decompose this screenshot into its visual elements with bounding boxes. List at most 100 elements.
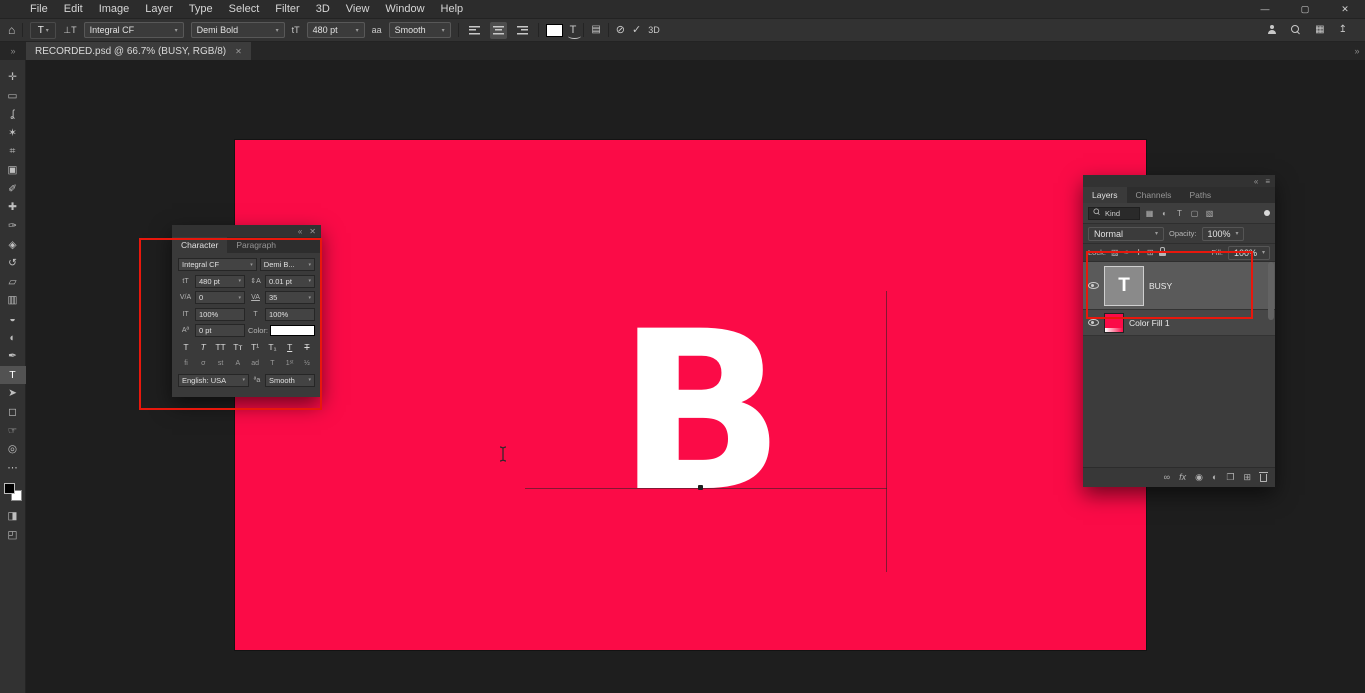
hand-tool[interactable]: ☞ xyxy=(0,421,26,440)
layer-name[interactable]: BUSY xyxy=(1149,281,1172,291)
lock-all-icon[interactable] xyxy=(1158,247,1166,256)
type-tool[interactable]: T xyxy=(0,365,26,385)
tab-character[interactable]: Character xyxy=(172,237,228,253)
baseline-anchor-point[interactable] xyxy=(698,485,703,490)
menu-type[interactable]: Type xyxy=(181,3,221,15)
lock-artboard-icon[interactable]: ⊞ xyxy=(1147,248,1154,257)
panel-dock-collapse-icon[interactable]: » xyxy=(1349,42,1365,60)
workspace-icon[interactable]: ▦ xyxy=(1315,25,1324,35)
blend-mode-select[interactable]: Normal ▾ xyxy=(1088,226,1164,241)
cp-vscale-input[interactable]: 100% xyxy=(195,307,245,321)
underline-button[interactable]: T xyxy=(283,342,297,352)
anti-alias-select[interactable]: Smooth ▾ xyxy=(388,22,451,38)
discretionary-ligatures-button[interactable]: st xyxy=(214,360,228,367)
healing-brush-tool[interactable]: ✚ xyxy=(0,198,26,217)
new-group-icon[interactable]: ❐ xyxy=(1226,473,1234,482)
share-icon[interactable]: ↥ xyxy=(1339,25,1347,35)
cp-color-swatch[interactable] xyxy=(270,325,315,336)
stylistic-alternates-button[interactable]: ad xyxy=(248,360,262,367)
tab-paths[interactable]: Paths xyxy=(1180,187,1220,203)
filter-pixel-layers-icon[interactable]: ▦ xyxy=(1144,209,1155,218)
layer-name[interactable]: Color Fill 1 xyxy=(1129,318,1170,328)
toggle-panels-icon[interactable]: ▤ xyxy=(591,25,600,35)
adjustment-layer-icon[interactable]: ◐ xyxy=(1212,473,1217,482)
cp-baseline-input[interactable]: 0 pt xyxy=(195,324,245,337)
path-selection-tool[interactable]: ➤ xyxy=(0,384,26,403)
align-left-button[interactable] xyxy=(466,22,483,39)
maximize-button[interactable]: ▢ xyxy=(1285,0,1325,18)
text-orientation-icon[interactable]: ⊥T xyxy=(63,25,76,35)
crop-tool[interactable]: ⌗ xyxy=(0,142,26,161)
menu-layer[interactable]: Layer xyxy=(137,3,181,15)
cp-font-style-select[interactable]: Demi B... ▾ xyxy=(259,258,315,271)
fill-select[interactable]: 100% ▾ xyxy=(1228,245,1270,260)
panel-menu-icon[interactable]: ≡ xyxy=(1265,177,1270,186)
marquee-tool[interactable]: ▭ xyxy=(0,87,26,106)
visibility-eye-icon[interactable] xyxy=(1088,282,1099,289)
cp-tracking-select[interactable]: 35 ▾ xyxy=(265,291,315,304)
toolbar-collapse-icon[interactable]: » xyxy=(0,42,26,60)
cp-font-family-select[interactable]: Integral CF ▾ xyxy=(178,258,257,271)
eraser-tool[interactable]: ▱ xyxy=(0,273,26,292)
opacity-select[interactable]: 100% ▾ xyxy=(1201,226,1244,241)
layer-row-busy[interactable]: T BUSY xyxy=(1083,262,1275,310)
text-color-swatch[interactable] xyxy=(545,23,563,37)
filter-shape-layers-icon[interactable]: ▢ xyxy=(1189,209,1200,218)
standard-ligatures-button[interactable]: fi xyxy=(179,360,193,367)
warp-text-icon[interactable]: T xyxy=(567,24,581,39)
faux-bold-button[interactable]: T xyxy=(179,342,193,352)
ordinals-button[interactable]: 1ˢᵗ xyxy=(283,360,297,367)
close-button[interactable]: ✕ xyxy=(1325,0,1365,18)
layer-style-icon[interactable]: fx xyxy=(1179,473,1186,482)
magic-wand-tool[interactable]: ✶ xyxy=(0,124,26,143)
filter-toggle-icon[interactable] xyxy=(1264,210,1270,216)
delete-layer-icon[interactable] xyxy=(1259,471,1268,482)
faux-italic-button[interactable]: T xyxy=(196,342,210,352)
filter-adjustment-layers-icon[interactable]: ◐ xyxy=(1159,209,1170,218)
dodge-tool[interactable]: ◐ xyxy=(0,328,26,347)
eyedropper-tool[interactable]: ✐ xyxy=(0,180,26,199)
cp-kerning-select[interactable]: 0 ▾ xyxy=(195,291,245,304)
link-layers-icon[interactable]: ∞ xyxy=(1164,473,1170,482)
history-brush-tool[interactable]: ↺ xyxy=(0,254,26,273)
foreground-color-swatch[interactable] xyxy=(3,483,15,495)
blur-tool[interactable]: ◒ xyxy=(0,310,26,329)
pen-tool[interactable]: ✒ xyxy=(0,347,26,366)
clone-stamp-tool[interactable]: ◈ xyxy=(0,235,26,254)
layers-scrollbar[interactable] xyxy=(1268,262,1274,320)
menu-file[interactable]: File xyxy=(22,3,56,15)
commit-edit-icon[interactable]: ✓ xyxy=(632,24,641,36)
lock-transparency-icon[interactable]: ▨ xyxy=(1111,248,1119,257)
menu-help[interactable]: Help xyxy=(433,3,472,15)
subscript-button[interactable]: T₁ xyxy=(265,342,279,352)
document-tab[interactable]: RECORDED.psd @ 66.7% (BUSY, RGB/8) ✕ xyxy=(26,42,251,60)
cp-hscale-input[interactable]: 100% xyxy=(265,307,315,321)
visibility-eye-icon[interactable] xyxy=(1088,319,1099,326)
menu-edit[interactable]: Edit xyxy=(56,3,91,15)
menu-filter[interactable]: Filter xyxy=(267,3,307,15)
cp-language-select[interactable]: English: USA ▾ xyxy=(178,373,249,387)
move-tool[interactable]: ✛ xyxy=(0,68,26,87)
panel-collapse-icon[interactable]: « xyxy=(1254,177,1258,186)
frame-tool[interactable]: ▣ xyxy=(0,161,26,180)
search-icon[interactable] xyxy=(1291,25,1301,35)
align-center-button[interactable] xyxy=(489,21,507,39)
cp-size-select[interactable]: 480 pt ▾ xyxy=(195,274,245,288)
swash-button[interactable]: A xyxy=(231,360,245,367)
font-style-select[interactable]: Demi Bold ▾ xyxy=(190,22,285,38)
add-mask-icon[interactable]: ◉ xyxy=(1195,473,1203,482)
tab-channels[interactable]: Channels xyxy=(1127,187,1181,203)
menu-select[interactable]: Select xyxy=(221,3,268,15)
color-swatches[interactable] xyxy=(3,483,22,502)
minimize-button[interactable]: — xyxy=(1245,0,1285,18)
more-tools-icon[interactable]: ⋯ xyxy=(0,458,26,477)
new-layer-icon[interactable]: ⊞ xyxy=(1243,473,1251,482)
fill-layer-thumbnail[interactable] xyxy=(1104,312,1124,333)
tab-paragraph[interactable]: Paragraph xyxy=(227,237,285,253)
filter-smart-objects-icon[interactable]: ▧ xyxy=(1204,209,1215,218)
font-family-select[interactable]: Integral CF ▾ xyxy=(83,22,184,38)
zoom-tool[interactable]: ◎ xyxy=(0,440,26,459)
cp-anti-alias-select[interactable]: Smooth ▾ xyxy=(265,373,315,387)
font-size-select[interactable]: 480 pt ▾ xyxy=(306,22,365,38)
layer-filter-select[interactable]: Kind xyxy=(1088,206,1140,220)
